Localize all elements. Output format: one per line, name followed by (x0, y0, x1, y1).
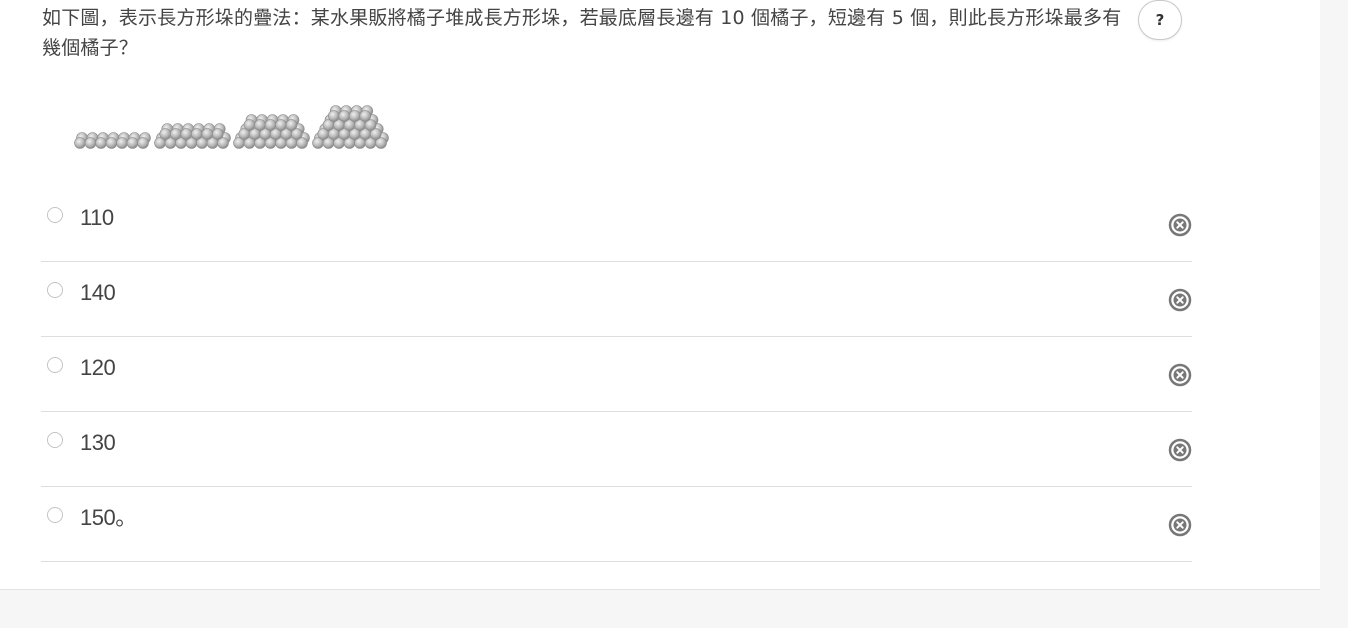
answer-option-3[interactable]: 120 (41, 337, 1192, 412)
question-icon: ? (1155, 11, 1165, 29)
radio-button[interactable] (47, 432, 63, 448)
circle-x-icon[interactable] (1168, 438, 1192, 462)
orange-stack-image (74, 105, 389, 149)
answer-option-4[interactable]: 130 (41, 412, 1192, 487)
circle-x-icon[interactable] (1168, 213, 1192, 237)
answer-option-1[interactable]: 110 (41, 187, 1192, 262)
circle-x-icon[interactable] (1168, 288, 1192, 312)
radio-button[interactable] (47, 207, 63, 223)
radio-button[interactable] (47, 357, 63, 373)
option-label: 140 (80, 280, 116, 305)
option-label: 110 (80, 205, 114, 230)
answer-option-2[interactable]: 140 (41, 262, 1192, 337)
option-label: 130 (80, 430, 116, 455)
help-button[interactable]: ? (1138, 0, 1182, 40)
answer-option-5[interactable]: 150。 (41, 487, 1192, 562)
page-margin (1320, 0, 1348, 628)
question-text: 如下圖，表示長方形垛的疊法：某水果販將橘子堆成長方形垛，若最底層長邊有 10 個… (42, 7, 1122, 59)
option-label: 150。 (80, 505, 137, 530)
option-label: 120 (80, 355, 116, 380)
question-card: 如下圖，表示長方形垛的疊法：某水果販將橘子堆成長方形垛，若最底層長邊有 10 個… (0, 0, 1320, 590)
radio-button[interactable] (47, 282, 63, 298)
radio-button[interactable] (47, 507, 63, 523)
circle-x-icon[interactable] (1168, 363, 1192, 387)
circle-x-icon[interactable] (1168, 513, 1192, 537)
